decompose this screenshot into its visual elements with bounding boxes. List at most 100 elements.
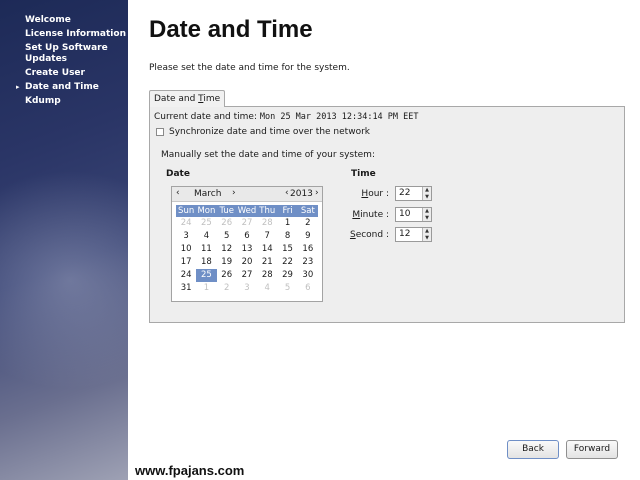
calendar-day[interactable]: 24 xyxy=(176,217,196,230)
calendar-week-row: 24 25 26 27 28 1 2 xyxy=(176,217,318,230)
calendar-day[interactable]: 18 xyxy=(196,256,216,269)
page-intro: Please set the date and time for the sys… xyxy=(149,63,350,73)
tab-panel: Current date and time: Mon 25 Mar 2013 1… xyxy=(149,106,625,323)
minute-spinner-buttons[interactable]: ▲ ▼ xyxy=(422,208,431,221)
second-down-icon[interactable]: ▼ xyxy=(423,235,431,242)
hour-spinner[interactable]: 22 ▲ ▼ xyxy=(395,186,432,201)
calendar-day[interactable]: 8 xyxy=(277,230,297,243)
calendar-day[interactable]: 27 xyxy=(237,217,257,230)
hour-value[interactable]: 22 xyxy=(396,187,422,200)
calendar-day[interactable]: 22 xyxy=(277,256,297,269)
calendar-day[interactable]: 19 xyxy=(217,256,237,269)
calendar-day[interactable]: 6 xyxy=(237,230,257,243)
calendar-grid: 24 25 26 27 28 1 2 3 4 5 6 7 8 9 10 11 12 13 14 15 16 17 18 19 2… xyxy=(172,217,322,295)
calendar-day[interactable]: 11 xyxy=(196,243,216,256)
current-step-arrow-icon: ▸ xyxy=(16,83,20,91)
year-label: 2013 xyxy=(290,189,313,199)
weekday-fri: Fri xyxy=(282,206,293,216)
sidebar-item-label: Create User xyxy=(25,68,85,78)
sidebar-item-create-user: Create User xyxy=(0,68,128,79)
calendar-day[interactable]: 27 xyxy=(237,269,257,282)
main-panel: Date and Time Please set the date and ti… xyxy=(128,0,640,480)
weekday-sun: Sun xyxy=(178,206,195,216)
calendar-day[interactable]: 26 xyxy=(217,269,237,282)
sidebar-item-set-up-software-updates: Set Up Software Updates xyxy=(0,43,128,65)
hour-row: Hour : 22 ▲ ▼ xyxy=(349,186,432,201)
calendar-day-selected[interactable]: 25 xyxy=(196,269,217,282)
calendar-day[interactable]: 4 xyxy=(257,282,277,295)
calendar-day[interactable]: 17 xyxy=(176,256,196,269)
calendar-week-row: 10 11 12 13 14 15 16 xyxy=(176,243,318,256)
calendar-day[interactable]: 2 xyxy=(217,282,237,295)
calendar: ‹ March › ‹ 2013 › Sun Mon Tue Wed Thu Fri Sat… xyxy=(171,186,323,302)
minute-spinner[interactable]: 10 ▲ ▼ xyxy=(395,207,432,222)
calendar-week-row: 24 25 26 27 28 29 30 xyxy=(176,269,318,282)
current-date-time: Current date and time: Mon 25 Mar 2013 1… xyxy=(154,112,419,122)
next-year-button[interactable]: › xyxy=(315,188,319,198)
weekday-wed: Wed xyxy=(237,206,257,216)
next-month-button[interactable]: › xyxy=(232,188,236,198)
calendar-day[interactable]: 6 xyxy=(298,282,318,295)
sidebar-item-kdump: Kdump xyxy=(0,96,128,107)
calendar-day[interactable]: 16 xyxy=(298,243,318,256)
second-spinner[interactable]: 12 ▲ ▼ xyxy=(395,227,432,242)
second-row: Second : 12 ▲ ▼ xyxy=(349,227,432,242)
sync-network-label[interactable]: Synchronize date and time over the netwo… xyxy=(169,127,370,137)
calendar-day[interactable]: 20 xyxy=(237,256,257,269)
calendar-header: ‹ March › ‹ 2013 › xyxy=(172,187,322,202)
prev-month-button[interactable]: ‹ xyxy=(176,188,180,198)
calendar-day[interactable]: 21 xyxy=(257,256,277,269)
calendar-day[interactable]: 13 xyxy=(237,243,257,256)
tab-date-and-time[interactable]: Date and Time xyxy=(149,90,226,107)
calendar-day[interactable]: 10 xyxy=(176,243,196,256)
tab-label-prefix: Date and xyxy=(154,94,199,104)
second-value[interactable]: 12 xyxy=(396,228,422,241)
hour-label: Hour : xyxy=(349,189,389,199)
manual-set-label: Manually set the date and time of your s… xyxy=(161,150,375,160)
time-heading: Time xyxy=(351,169,376,179)
calendar-day[interactable]: 14 xyxy=(257,243,277,256)
calendar-day[interactable]: 29 xyxy=(277,269,297,282)
calendar-day[interactable]: 5 xyxy=(277,282,297,295)
prev-year-button[interactable]: ‹ xyxy=(285,188,289,198)
watermark: www.fpajans.com xyxy=(135,463,245,478)
sync-network-option[interactable]: Synchronize date and time over the netwo… xyxy=(156,127,370,137)
calendar-day[interactable]: 28 xyxy=(257,217,277,230)
calendar-day[interactable]: 7 xyxy=(257,230,277,243)
calendar-day[interactable]: 28 xyxy=(257,269,277,282)
calendar-day[interactable]: 5 xyxy=(217,230,237,243)
calendar-day[interactable]: 3 xyxy=(176,230,196,243)
back-button[interactable]: Back xyxy=(507,440,559,459)
calendar-day[interactable]: 12 xyxy=(217,243,237,256)
date-heading: Date xyxy=(166,169,190,179)
calendar-day[interactable]: 3 xyxy=(237,282,257,295)
calendar-day[interactable]: 26 xyxy=(217,217,237,230)
sync-network-checkbox[interactable] xyxy=(156,128,164,136)
calendar-day[interactable]: 1 xyxy=(277,217,297,230)
weekday-tue: Tue xyxy=(219,206,234,216)
hour-spinner-buttons[interactable]: ▲ ▼ xyxy=(422,187,431,200)
calendar-day[interactable]: 31 xyxy=(176,282,196,295)
second-spinner-buttons[interactable]: ▲ ▼ xyxy=(422,228,431,241)
hour-down-icon[interactable]: ▼ xyxy=(423,194,431,201)
calendar-day[interactable]: 15 xyxy=(277,243,297,256)
forward-button[interactable]: Forward xyxy=(566,440,618,459)
calendar-day[interactable]: 1 xyxy=(196,282,216,295)
calendar-day[interactable]: 30 xyxy=(298,269,318,282)
weekday-mon: Mon xyxy=(197,206,216,216)
calendar-day[interactable]: 9 xyxy=(298,230,318,243)
second-label-rest: econd : xyxy=(355,229,389,240)
calendar-week-row: 17 18 19 20 21 22 23 xyxy=(176,256,318,269)
second-label: Second : xyxy=(349,230,389,240)
minute-value[interactable]: 10 xyxy=(396,208,422,221)
sidebar-item-label: Welcome xyxy=(25,15,71,25)
calendar-day[interactable]: 2 xyxy=(298,217,318,230)
sidebar-background-swoosh xyxy=(0,170,128,390)
minute-mnemonic: M xyxy=(352,209,361,220)
minute-down-icon[interactable]: ▼ xyxy=(423,215,431,222)
calendar-day[interactable]: 4 xyxy=(196,230,216,243)
calendar-day[interactable]: 25 xyxy=(196,217,216,230)
calendar-day[interactable]: 23 xyxy=(298,256,318,269)
calendar-day[interactable]: 24 xyxy=(176,269,196,282)
month-label: March xyxy=(194,189,222,199)
